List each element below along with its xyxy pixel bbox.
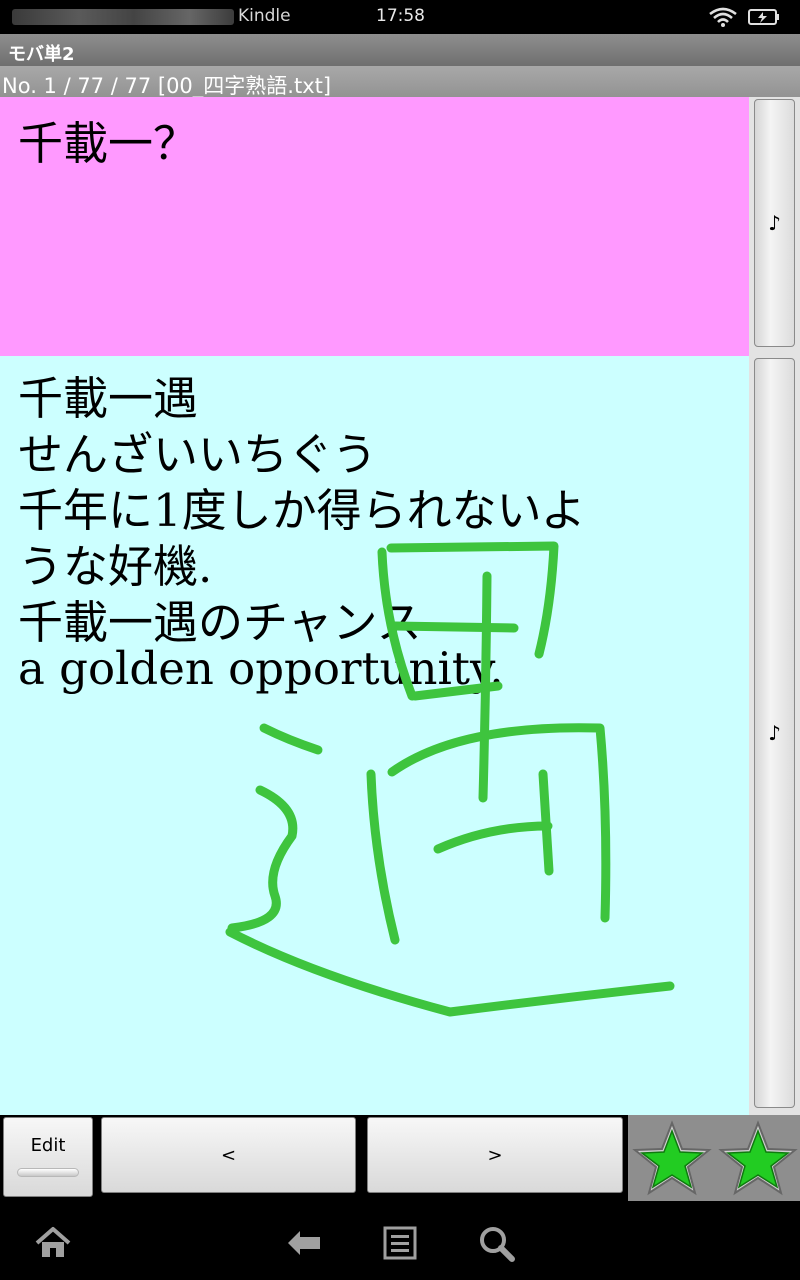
question-text: 千載一？ [18,117,199,170]
question-pane[interactable]: 千載一？ [0,97,749,356]
star-icon[interactable] [718,1119,798,1197]
menu-icon[interactable] [380,1223,420,1263]
status-time: 17:58 [376,6,425,26]
music-note-icon: ♪ [768,211,781,235]
star-icon[interactable] [632,1119,712,1197]
stroke [225,927,675,1017]
next-label: > [487,1144,503,1166]
stroke [227,785,298,933]
edit-indicator [17,1168,79,1177]
back-icon[interactable] [284,1223,324,1263]
stroke [259,723,323,755]
edit-button[interactable]: Edit [3,1117,93,1197]
stroke [387,723,611,923]
rating-area [628,1115,800,1201]
status-app-name: Kindle [238,6,291,26]
answer-pane[interactable]: 千載一遇 せんざいいちぐう 千年に1度しか得られないよ うな好機. 千載一遇のチ… [0,356,749,1115]
handwriting-canvas[interactable] [0,356,749,1115]
answer-sound-button[interactable]: ♪ [754,358,795,1108]
question-sound-button[interactable]: ♪ [754,99,795,347]
search-icon[interactable] [476,1223,516,1263]
notification-text-blurred [12,9,234,25]
stroke [538,769,554,876]
stroke [386,541,559,659]
file-info: No. 1 / 77 / 77 [00_四字熟語.txt] [2,74,332,98]
file-info-bar: No. 1 / 77 / 77 [00_四字熟語.txt] [0,66,800,98]
stroke [433,821,553,854]
home-icon[interactable] [33,1223,73,1263]
app-title-bar: モバ単2 [0,34,800,66]
stroke [366,769,400,945]
control-bar: Edit < > [0,1115,800,1203]
status-bar: Kindle 17:58 [0,0,800,34]
previous-label: < [220,1144,237,1166]
music-note-icon: ♪ [768,721,781,745]
navigation-bar [0,1203,800,1280]
app-title: モバ単2 [8,44,75,65]
wifi-icon [709,7,737,27]
stroke [390,621,519,633]
battery-icon [748,9,779,25]
next-button[interactable]: > [367,1117,623,1193]
edit-label: Edit [30,1135,66,1156]
previous-button[interactable]: < [101,1117,356,1193]
